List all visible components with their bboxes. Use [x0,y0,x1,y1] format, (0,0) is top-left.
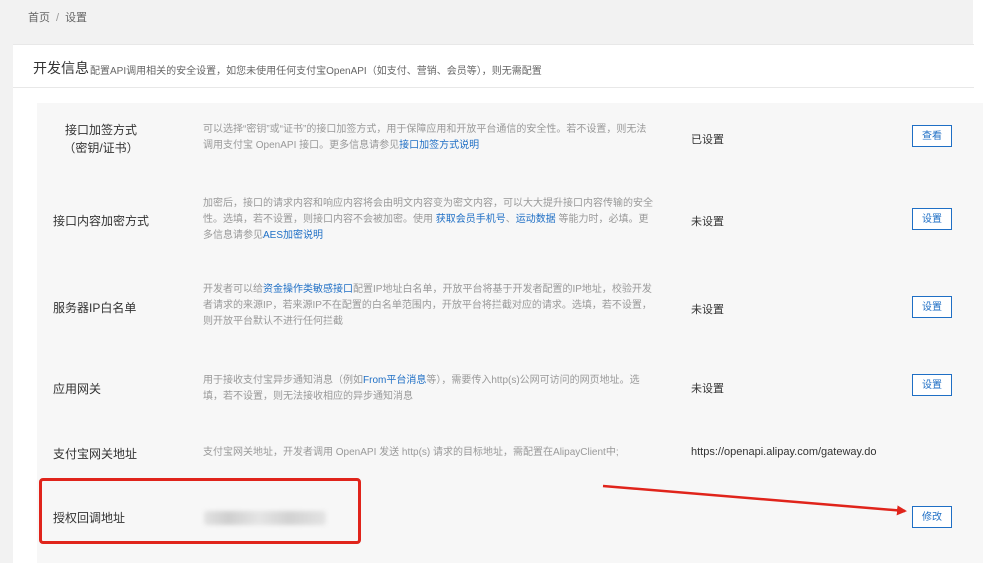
breadcrumb: 首页 / 设置 [28,9,87,25]
setting-label-line2: （密钥/证书） [63,141,139,155]
panel-header: 开发信息 配置API调用相关的安全设置，如您未使用任何支付宝OpenAPI（如支… [13,45,974,88]
setting-label-line1: 接口加签方式 [64,123,137,137]
setting-row-content-encryption: 接口内容加密方式 加密后，接口的请求内容和响应内容将会由明文内容变为密文内容，可… [37,183,983,267]
configure-button[interactable]: 设置 [912,296,952,318]
configure-button[interactable]: 设置 [912,208,952,230]
configure-button[interactable]: 设置 [912,374,952,396]
panel-description: 配置API调用相关的安全设置，如您未使用任何支付宝OpenAPI（如支付、营销、… [90,66,542,77]
modify-button[interactable]: 修改 [912,506,952,528]
sport-data-link[interactable]: 运动数据 [516,214,556,225]
setting-label: 支付宝网关地址 [53,447,138,461]
setting-status: 未设置 [691,304,724,316]
panel-title: 开发信息 [33,60,89,76]
setting-label: 接口加签方式 （密钥/证书） [53,121,149,157]
setting-label: 接口内容加密方式 [53,214,150,228]
from-platform-msg-link[interactable]: From平台消息 [363,375,426,386]
setting-row-alipay-gateway: 支付宝网关地址 支付宝网关地址，开发者调用 OpenAPI 发送 http(s)… [37,427,983,479]
setting-label: 应用网关 [53,382,102,396]
setting-label: 服务器IP白名单 [53,301,137,315]
setting-row-ip-whitelist: 服务器IP白名单 开发者可以给资金操作类敏感接口配置IP地址白名单，开放平台将基… [37,267,983,347]
sensitive-api-link[interactable]: 资金操作类敏感接口 [263,284,353,295]
view-button[interactable]: 查看 [912,125,952,147]
desc-text: 、 [505,214,516,225]
desc-text: 开发者可以给 [203,284,263,295]
breadcrumb-home[interactable]: 首页 [28,12,50,24]
breadcrumb-current: 设置 [65,12,88,24]
annotation-highlight-box [39,478,361,544]
setting-row-app-gateway: 应用网关 用于接收支付宝异步通知消息（例如From平台消息等），需要传入http… [37,347,983,427]
setting-status: 未设置 [691,383,724,395]
setting-status: 未设置 [691,216,724,228]
setting-description: 开发者可以给资金操作类敏感接口配置IP地址白名单，开放平台将基于开发者配置的IP… [203,282,655,330]
sign-method-doc-link[interactable]: 接口加签方式说明 [399,140,479,151]
setting-description: 支付宝网关地址，开发者调用 OpenAPI 发送 http(s) 请求的目标地址… [203,445,655,461]
aes-doc-link[interactable]: AES加密说明 [263,230,323,241]
setting-status: 已设置 [691,134,724,146]
desc-text: 支付宝网关地址，开发者调用 OpenAPI 发送 http(s) 请求的目标地址… [203,447,619,458]
member-phone-link[interactable]: 获取会员手机号 [436,214,506,225]
setting-description: 加密后，接口的请求内容和响应内容将会由明文内容变为密文内容，可以大大提升接口内容… [203,196,655,244]
gateway-url: https://openapi.alipay.com/gateway.do [691,446,877,458]
desc-text: 用于接收支付宝异步通知消息（例如 [203,375,363,386]
setting-row-sign-method: 接口加签方式 （密钥/证书） 可以选择“密钥”或“证书”的接口加签方式，用于保障… [37,103,983,183]
breadcrumb-separator: / [56,12,60,24]
setting-description: 可以选择“密钥”或“证书”的接口加签方式，用于保障应用和开放平台通信的安全性。若… [203,122,655,154]
setting-description: 用于接收支付宝异步通知消息（例如From平台消息等），需要传入http(s)公网… [203,373,655,405]
